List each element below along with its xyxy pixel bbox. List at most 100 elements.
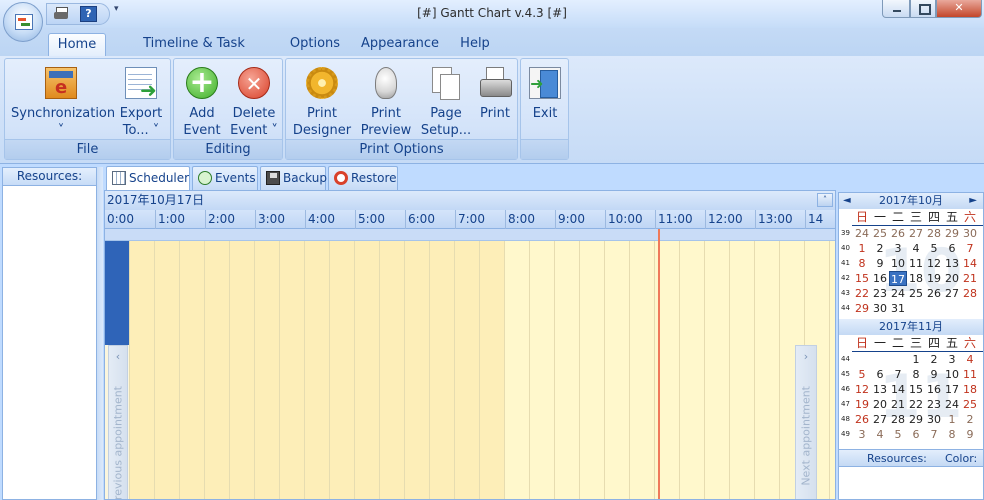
synchronization-button[interactable]: Synchronization ˅ [11, 63, 115, 139]
calendar-day[interactable]: 21 [961, 271, 979, 286]
calendar-day[interactable]: 4 [871, 427, 889, 442]
scheduler-grid[interactable] [105, 241, 835, 499]
calendar-day[interactable]: 1 [907, 352, 925, 367]
calendar-day[interactable]: 17 [943, 382, 961, 397]
calendar-day[interactable]: 14 [961, 256, 979, 271]
calendar-day[interactable]: 22 [907, 397, 925, 412]
close-button[interactable] [936, 0, 982, 18]
calendar-day[interactable]: 20 [871, 397, 889, 412]
calendar-day[interactable]: 24 [853, 226, 871, 241]
calendar-day[interactable]: 24 [943, 397, 961, 412]
export-to-button[interactable]: Export To... ˅ [115, 63, 167, 139]
next-appointment-button[interactable]: › Next appointment [795, 345, 817, 499]
calendar-day[interactable]: 25 [961, 397, 979, 412]
exit-button[interactable]: Exit [525, 63, 565, 122]
add-event-button[interactable]: Add Event [178, 63, 226, 139]
tab-appearance[interactable]: Appearance [358, 33, 442, 56]
calendar-day[interactable]: 29 [943, 226, 961, 241]
print-designer-button[interactable]: Print Designer [292, 63, 352, 139]
calendar-day[interactable]: 1 [853, 241, 871, 256]
calendar-day[interactable]: 13 [943, 256, 961, 271]
calendar-day[interactable]: 15 [853, 271, 871, 286]
calendar-day[interactable]: 5 [853, 367, 871, 382]
tab-restore[interactable]: Restore [328, 166, 398, 190]
calendar-day[interactable]: 20 [943, 271, 961, 286]
calendar-day[interactable]: 9 [871, 256, 889, 271]
calendar-day[interactable]: 17 [889, 271, 907, 286]
calendar-day[interactable]: 25 [871, 226, 889, 241]
calendar-day[interactable]: 16 [925, 382, 943, 397]
minimize-button[interactable] [882, 0, 910, 18]
calendar-day[interactable]: 9 [961, 427, 979, 442]
calendar-day[interactable]: 16 [871, 271, 889, 286]
calendar-day[interactable]: 27 [907, 226, 925, 241]
calendar-day[interactable]: 11 [907, 256, 925, 271]
calendar-day[interactable]: 7 [925, 427, 943, 442]
calendar-day[interactable]: 26 [889, 226, 907, 241]
calendar-day[interactable]: 30 [961, 226, 979, 241]
calendar-day[interactable]: 2 [925, 352, 943, 367]
calendar-day[interactable]: 22 [853, 286, 871, 301]
previous-appointment-button[interactable]: ‹ Previous appointment [108, 345, 128, 499]
calendar-day[interactable]: 3 [853, 427, 871, 442]
calendar-day[interactable]: 13 [871, 382, 889, 397]
calendar-day[interactable]: 3 [889, 241, 907, 256]
tab-timeline-task-options[interactable]: Timeline & Task Options [116, 33, 272, 73]
calendar-day[interactable]: 6 [943, 241, 961, 256]
calendar-day[interactable]: 3 [943, 352, 961, 367]
calendar-day[interactable]: 28 [961, 286, 979, 301]
calendar-day[interactable]: 19 [925, 271, 943, 286]
calendar-day[interactable]: 19 [853, 397, 871, 412]
tab-backup[interactable]: Backup [260, 166, 327, 190]
tab-scheduler[interactable]: Scheduler [106, 166, 190, 190]
calendar-day[interactable]: 11 [961, 367, 979, 382]
calendar-day[interactable]: 30 [925, 412, 943, 427]
next-month-arrow[interactable]: ► [969, 193, 977, 209]
page-setup-button[interactable]: Page Setup... [420, 63, 472, 139]
calendar-day[interactable]: 28 [925, 226, 943, 241]
calendar-day[interactable]: 25 [907, 286, 925, 301]
calendar-day[interactable]: 8 [907, 367, 925, 382]
calendar-day[interactable]: 26 [853, 412, 871, 427]
calendar-day[interactable]: 5 [889, 427, 907, 442]
calendar-day[interactable]: 31 [889, 301, 907, 316]
calendar-day[interactable]: 6 [907, 427, 925, 442]
calendar-day[interactable]: 18 [961, 382, 979, 397]
calendar-day[interactable]: 27 [943, 286, 961, 301]
calendar-day[interactable]: 12 [925, 256, 943, 271]
calendar-day[interactable]: 29 [907, 412, 925, 427]
calendar-day[interactable]: 6 [871, 367, 889, 382]
calendar-day[interactable]: 10 [943, 367, 961, 382]
calendar-day[interactable]: 21 [889, 397, 907, 412]
tab-help[interactable]: Help [454, 33, 496, 56]
print-button[interactable]: Print [474, 63, 516, 122]
application-menu-button[interactable] [3, 2, 43, 42]
calendar-day[interactable]: 15 [907, 382, 925, 397]
tab-options[interactable]: Options [284, 33, 346, 56]
prev-month-arrow[interactable]: ◄ [843, 193, 851, 209]
print-preview-button[interactable]: Print Preview [356, 63, 416, 139]
calendar-day[interactable]: 14 [889, 382, 907, 397]
maximize-button[interactable] [910, 0, 936, 18]
calendar-day[interactable]: 7 [961, 241, 979, 256]
calendar-day[interactable]: 8 [943, 427, 961, 442]
delete-event-button[interactable]: Delete Event ˅ [228, 63, 280, 139]
calendar-day[interactable]: 1 [943, 412, 961, 427]
calendar-day[interactable]: 26 [925, 286, 943, 301]
tab-home[interactable]: Home [48, 33, 106, 56]
calendar-day[interactable]: 18 [907, 271, 925, 286]
calendar-day[interactable]: 29 [853, 301, 871, 316]
calendar-day[interactable]: 5 [925, 241, 943, 256]
calendar-day[interactable]: 2 [961, 412, 979, 427]
calendar-day[interactable]: 12 [853, 382, 871, 397]
calendar-day[interactable]: 8 [853, 256, 871, 271]
collapse-header-button[interactable]: ˄ [817, 193, 833, 207]
calendar-day[interactable]: 10 [889, 256, 907, 271]
calendar-day[interactable]: 23 [925, 397, 943, 412]
calendar-day[interactable]: 28 [889, 412, 907, 427]
calendar-day[interactable]: 4 [961, 352, 979, 367]
calendar-day[interactable]: 30 [871, 301, 889, 316]
calendar-day[interactable]: 7 [889, 367, 907, 382]
tab-events[interactable]: Events [192, 166, 258, 190]
resource-row-header[interactable] [105, 241, 129, 345]
